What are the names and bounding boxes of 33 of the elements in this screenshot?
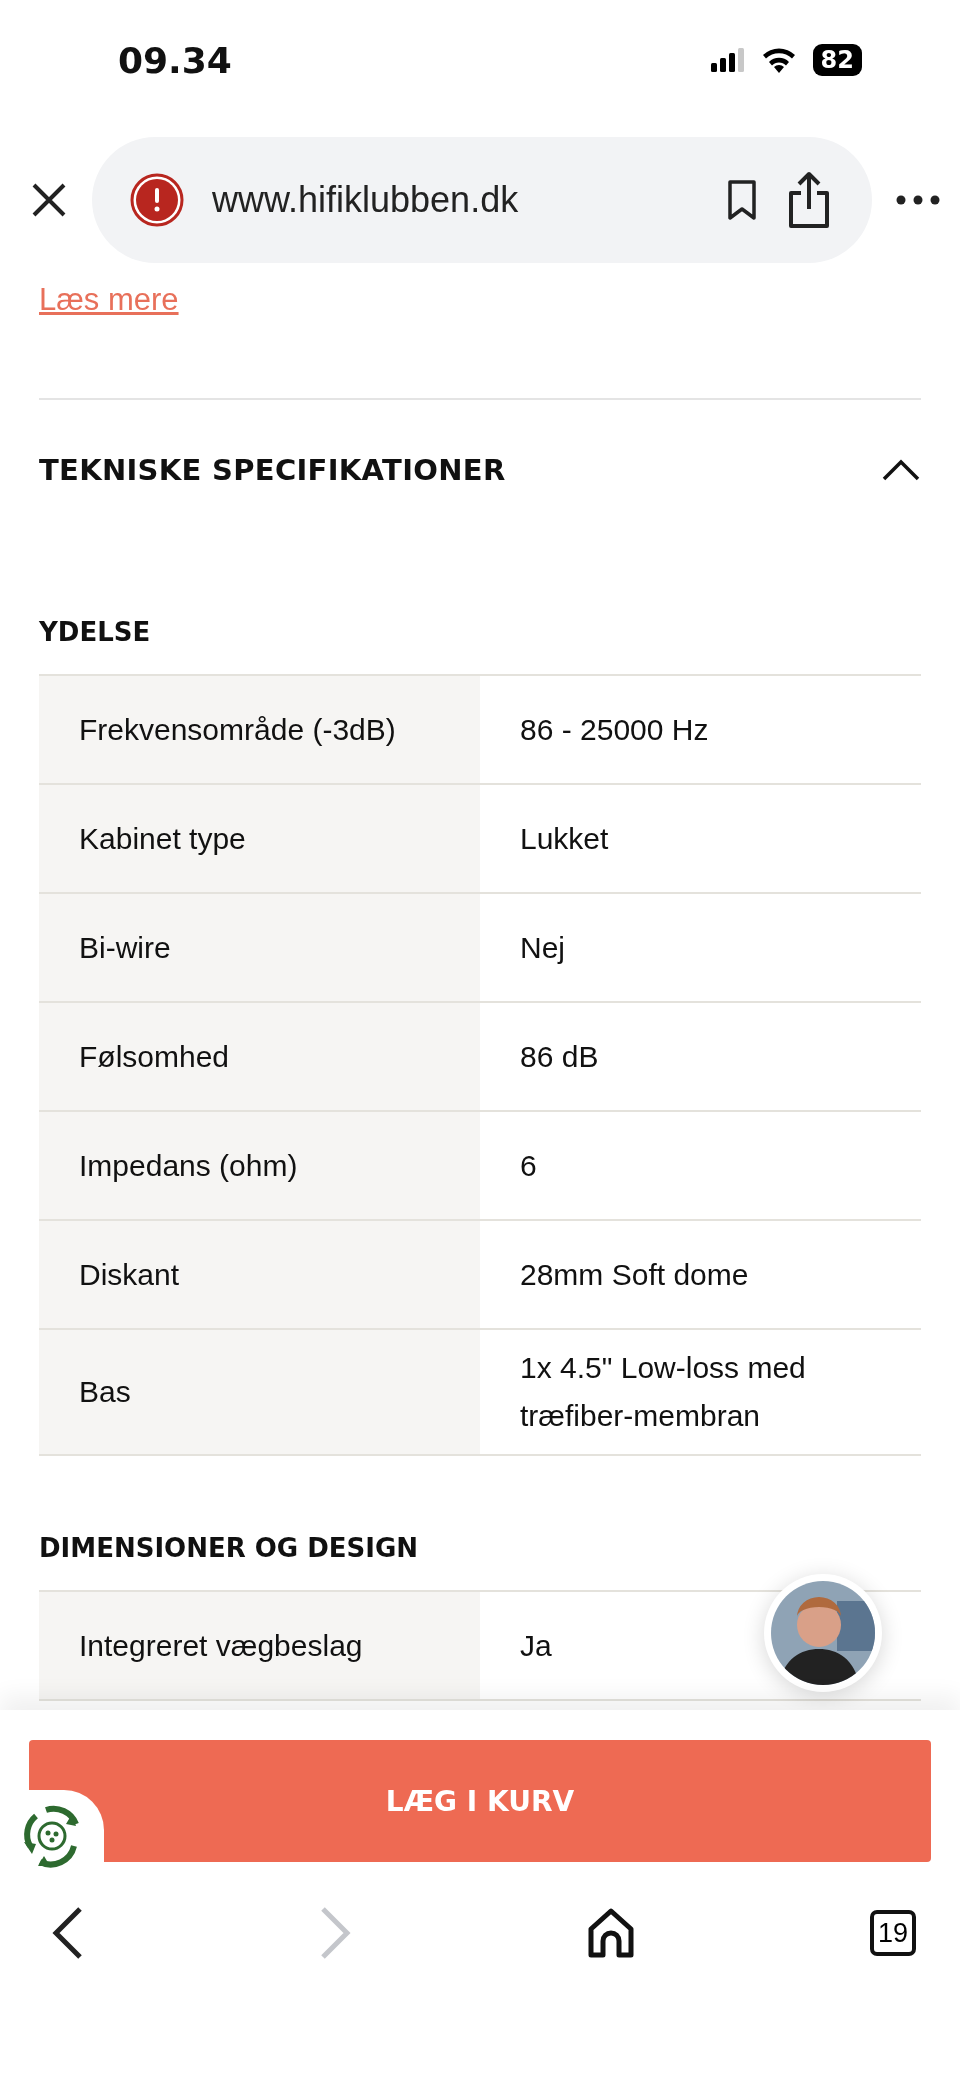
bookmark-icon[interactable] (726, 179, 758, 221)
spec-label: Følsomhed (39, 1002, 480, 1111)
spec-label: Bi-wire (39, 893, 480, 1002)
group-title: DIMENSIONER OG DESIGN (39, 1532, 420, 1565)
url-text: www.hifiklubben.dk (212, 179, 520, 221)
more-icon[interactable] (896, 195, 940, 205)
battery-level: 82 (812, 44, 862, 76)
signal-icon (710, 48, 745, 72)
spec-value: 1x 4.5" Low-loss med træfiber-membran (480, 1329, 921, 1455)
spec-value: Lukket (480, 784, 921, 893)
spec-value: 6 (480, 1111, 921, 1220)
spec-label: Integreret vægbeslag (39, 1591, 480, 1700)
section-title: TEKNISKE SPECIFIKATIONER (39, 453, 506, 487)
spec-label: Bas (39, 1329, 480, 1455)
warning-icon (130, 173, 184, 227)
share-icon[interactable] (786, 171, 832, 229)
back-icon[interactable] (50, 1905, 84, 1961)
address-bar[interactable]: www.hifiklubben.dk (92, 137, 872, 263)
chevron-icon[interactable] (881, 458, 921, 482)
spec-label: Impedans (ohm) (39, 1111, 480, 1220)
spec-value: Nej (480, 893, 921, 1002)
spec-label: Kabinet type (39, 784, 480, 893)
wifi-icon (760, 47, 797, 73)
spec-value: 28mm Soft dome (480, 1220, 921, 1329)
spec-label: Frekvensområde (-3dB) (39, 675, 480, 784)
spec-value: 86 dB (480, 1002, 921, 1111)
home-icon[interactable] (587, 1907, 636, 1959)
tabs-button[interactable]: 19 (869, 1910, 916, 1956)
spec-label: Diskant (39, 1220, 480, 1329)
clock-time: 09.34 (118, 39, 232, 81)
close-icon[interactable] (30, 181, 68, 219)
group-title: YDELSE (39, 616, 152, 649)
spec-value: 86 - 25000 Hz (480, 675, 921, 784)
